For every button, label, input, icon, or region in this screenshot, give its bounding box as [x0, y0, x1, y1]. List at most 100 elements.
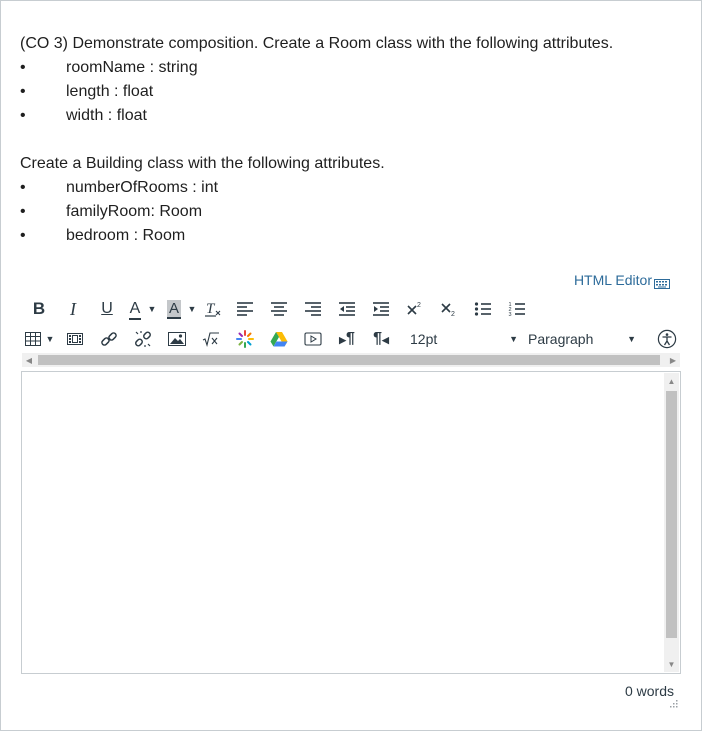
background-color-icon: A: [166, 299, 181, 319]
bullet-list-button[interactable]: [466, 295, 500, 323]
film-icon: [67, 333, 83, 345]
rtl-icon: ¶◀: [373, 330, 389, 347]
bullet: •: [20, 179, 26, 196]
bullet: •: [20, 227, 26, 244]
background-color-dropdown[interactable]: ▼: [186, 295, 198, 323]
google-drive-button[interactable]: [262, 325, 296, 353]
accessibility-checker-button[interactable]: [656, 325, 678, 353]
unlink-button[interactable]: [126, 325, 160, 353]
room-attribute: roomName : string: [66, 59, 198, 76]
question-text: (CO 3) Demonstrate composition. Create a…: [20, 32, 680, 248]
link-icon: [101, 332, 117, 346]
italic-button[interactable]: I: [56, 295, 90, 323]
font-size-select[interactable]: 12pt ▼: [410, 325, 522, 353]
bullet-list-icon: [474, 302, 491, 316]
list-item: • bedroom : Room: [20, 224, 680, 248]
bullet: •: [20, 59, 26, 76]
align-right-icon: [305, 302, 321, 316]
subscript-icon: 2: [441, 303, 455, 317]
bold-button[interactable]: B: [22, 295, 56, 323]
formatting-toolbar: B I U A ▼ A ▼ T 2 2 123: [22, 295, 534, 323]
html-editor-label[interactable]: HTML Editor: [574, 272, 652, 288]
equation-button[interactable]: [194, 325, 228, 353]
apps-button[interactable]: [228, 325, 262, 353]
table-dropdown[interactable]: ▼: [44, 325, 56, 353]
scroll-left-arrow-icon[interactable]: ◀: [22, 353, 36, 367]
align-center-button[interactable]: [262, 295, 296, 323]
numbered-list-button[interactable]: 123: [500, 295, 534, 323]
media-button[interactable]: [58, 325, 92, 353]
block-format-value: Paragraph: [528, 331, 594, 347]
align-left-button[interactable]: [228, 295, 262, 323]
chevron-down-icon: ▼: [509, 334, 518, 344]
accessibility-icon: [657, 329, 677, 349]
block-format-select[interactable]: Paragraph ▼: [528, 325, 640, 353]
text-color-icon: A: [128, 300, 142, 320]
superscript-icon: 2: [407, 302, 421, 315]
background-color-button[interactable]: A: [162, 295, 186, 323]
html-editor-link[interactable]: HTML Editor: [574, 271, 670, 289]
clear-formatting-button[interactable]: T: [198, 295, 228, 323]
text-color-button[interactable]: A: [124, 295, 146, 323]
unlink-icon: [135, 331, 151, 347]
indent-icon: [373, 302, 389, 316]
horizontal-scrollbar[interactable]: ◀ ▶: [22, 353, 680, 367]
building-attribute: bedroom : Room: [66, 227, 186, 244]
text-color-dropdown[interactable]: ▼: [146, 295, 158, 323]
table-icon: [25, 332, 41, 346]
image-icon: [168, 332, 186, 346]
resize-handle[interactable]: [668, 697, 678, 708]
question-intro: (CO 3) Demonstrate composition. Create a…: [20, 35, 614, 52]
link-button[interactable]: [92, 325, 126, 353]
vertical-scroll-thumb[interactable]: [666, 391, 677, 638]
subscript-button[interactable]: 2: [432, 295, 466, 323]
svg-text:3: 3: [509, 312, 512, 317]
square-root-icon: [202, 332, 219, 347]
list-item: • roomName : string: [20, 56, 680, 80]
horizontal-scroll-thumb[interactable]: [38, 355, 660, 365]
clear-formatting-icon: T: [205, 301, 221, 317]
scroll-up-arrow-icon[interactable]: ▲: [664, 373, 679, 389]
keyboard-icon: [654, 277, 670, 289]
ltr-icon: ▶¶: [339, 330, 355, 347]
superscript-button[interactable]: 2: [398, 295, 432, 323]
svg-text:2: 2: [451, 311, 455, 317]
rtl-button[interactable]: ¶◀: [364, 325, 398, 353]
apps-icon: [236, 330, 254, 348]
ltr-button[interactable]: ▶¶: [330, 325, 364, 353]
list-item: • width : float: [20, 104, 680, 128]
table-button[interactable]: [22, 325, 44, 353]
numbered-list-icon: 123: [509, 302, 525, 317]
rich-text-editor-body[interactable]: ▲ ▼: [21, 371, 681, 674]
scroll-down-arrow-icon[interactable]: ▼: [664, 656, 679, 672]
scroll-right-arrow-icon[interactable]: ▶: [666, 353, 680, 367]
building-attribute: numberOfRooms : int: [66, 179, 219, 196]
building-attribute: familyRoom: Room: [66, 203, 203, 220]
chevron-down-icon: ▼: [627, 334, 636, 344]
image-button[interactable]: [160, 325, 194, 353]
indent-button[interactable]: [364, 295, 398, 323]
google-drive-icon: [270, 332, 288, 347]
align-left-icon: [237, 302, 253, 316]
outdent-icon: [339, 302, 355, 316]
list-item: • familyRoom: Room: [20, 200, 680, 224]
svg-text:T: T: [206, 301, 216, 317]
outdent-button[interactable]: [330, 295, 364, 323]
editor-content[interactable]: [22, 372, 680, 388]
room-attribute: width : float: [66, 107, 147, 124]
building-intro: Create a Building class with the followi…: [20, 155, 385, 172]
play-icon: [304, 332, 322, 346]
align-center-icon: [271, 302, 287, 316]
embed-media-button[interactable]: [296, 325, 330, 353]
bullet: •: [20, 107, 26, 124]
vertical-scrollbar[interactable]: ▲ ▼: [664, 373, 679, 672]
font-size-value: 12pt: [410, 331, 438, 347]
bullet: •: [20, 203, 26, 220]
svg-text:2: 2: [417, 302, 421, 309]
bullet: •: [20, 83, 26, 100]
word-count: 0 words: [624, 683, 674, 699]
underline-button[interactable]: U: [90, 295, 124, 323]
list-item: • numberOfRooms : int: [20, 176, 680, 200]
align-right-button[interactable]: [296, 295, 330, 323]
insert-toolbar: ▼ ▶¶ ¶◀ 12pt ▼ Paragraph ▼: [22, 325, 682, 353]
